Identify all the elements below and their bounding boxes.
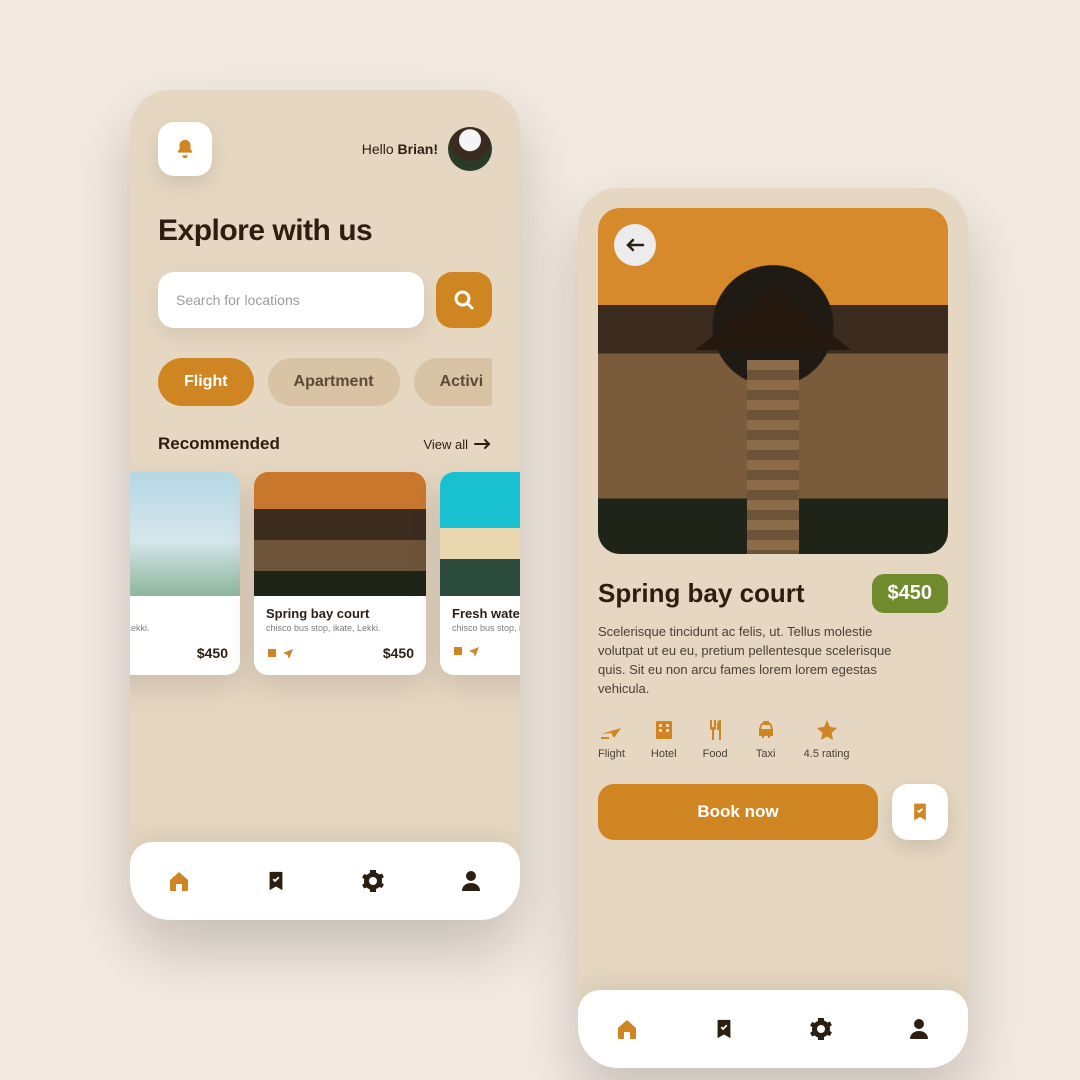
- gear-icon: [361, 869, 385, 893]
- amenity-taxi: Taxi: [754, 718, 778, 760]
- flight-icon: [599, 718, 623, 742]
- nav-home[interactable]: [167, 869, 191, 893]
- card-image: [254, 472, 426, 596]
- gear-icon: [809, 1017, 833, 1041]
- card-subtitle: chisco bus stop, ikate, Lekki.: [266, 623, 414, 633]
- category-tabs: Flight Apartment Activi: [158, 358, 492, 406]
- amenity-flight: Flight: [598, 718, 625, 760]
- page-title: Explore with us: [158, 214, 492, 248]
- card-amenity-icons: [452, 645, 480, 657]
- home-icon: [615, 1017, 639, 1041]
- detail-title: Spring bay court: [598, 578, 805, 609]
- tab-apartment[interactable]: Apartment: [268, 358, 400, 406]
- star-icon: [815, 718, 839, 742]
- amenities-row: Flight Hotel Food Taxi 4.5 rating: [598, 718, 948, 760]
- arrow-right-icon: [474, 438, 492, 450]
- avatar[interactable]: [448, 127, 492, 171]
- card-price: $450: [197, 645, 228, 661]
- food-icon: [703, 718, 727, 742]
- card-title: Spring bay court: [266, 606, 414, 621]
- card-subtitle: stop, ikate, Lekki.: [130, 623, 228, 633]
- topbar: Hello Brian!: [158, 122, 492, 176]
- card-amenity-icons: [266, 647, 294, 659]
- plane-icon: [282, 647, 294, 659]
- hotel-icon: [652, 718, 676, 742]
- bookmark-check-icon: [910, 800, 930, 824]
- person-icon: [459, 869, 483, 893]
- plane-icon: [468, 645, 480, 657]
- bell-icon: [174, 138, 196, 160]
- nav-bookmarks[interactable]: [265, 869, 287, 893]
- price-badge: $450: [872, 574, 949, 613]
- amenity-rating: 4.5 rating: [804, 718, 850, 760]
- bottom-nav: [578, 990, 968, 1068]
- card-image: [130, 472, 240, 596]
- home-icon: [167, 869, 191, 893]
- nav-settings[interactable]: [361, 869, 385, 893]
- card-subtitle: chisco bus stop, ik: [452, 623, 520, 633]
- amenity-hotel: Hotel: [651, 718, 677, 760]
- list-item[interactable]: Spring bay court chisco bus stop, ikate,…: [254, 472, 426, 675]
- greeting: Hello Brian!: [362, 141, 438, 157]
- view-all-link[interactable]: View all: [423, 437, 492, 452]
- nav-bookmarks[interactable]: [713, 1017, 735, 1041]
- card-title: Fresh water: [452, 606, 520, 621]
- bookmark-button[interactable]: [892, 784, 948, 840]
- taxi-icon: [754, 718, 778, 742]
- building-icon: [266, 647, 278, 659]
- home-screen: Hello Brian! Explore with us Search for …: [130, 90, 520, 920]
- card-price: $450: [383, 645, 414, 661]
- nav-home[interactable]: [615, 1017, 639, 1041]
- search-icon: [452, 288, 476, 312]
- building-icon: [452, 645, 464, 657]
- search-input[interactable]: Search for locations: [158, 272, 424, 328]
- notifications-button[interactable]: [158, 122, 212, 176]
- nav-settings[interactable]: [809, 1017, 833, 1041]
- nav-profile[interactable]: [459, 869, 483, 893]
- search-button[interactable]: [436, 272, 492, 328]
- bookmark-check-icon: [713, 1017, 735, 1041]
- hero-image: [598, 208, 948, 554]
- nav-profile[interactable]: [907, 1017, 931, 1041]
- tab-flight[interactable]: Flight: [158, 358, 254, 406]
- detail-description: Scelerisque tincidunt ac felis, ut. Tell…: [598, 623, 898, 698]
- bookmark-check-icon: [265, 869, 287, 893]
- detail-screen: Spring bay court $450 Scelerisque tincid…: [578, 188, 968, 1068]
- book-now-button[interactable]: Book now: [598, 784, 878, 840]
- bottom-nav: [130, 842, 520, 920]
- card-title: resent: [130, 606, 228, 621]
- card-image: [440, 472, 520, 596]
- tab-activities[interactable]: Activi: [414, 358, 492, 406]
- arrow-left-icon: [625, 237, 645, 253]
- recommended-heading: Recommended: [158, 434, 280, 454]
- person-icon: [907, 1017, 931, 1041]
- back-button[interactable]: [614, 224, 656, 266]
- recommended-list: resent stop, ikate, Lekki. $450 Spring b…: [130, 472, 492, 675]
- amenity-food: Food: [703, 718, 728, 760]
- list-item[interactable]: resent stop, ikate, Lekki. $450: [130, 472, 240, 675]
- list-item[interactable]: Fresh water chisco bus stop, ik: [440, 472, 520, 675]
